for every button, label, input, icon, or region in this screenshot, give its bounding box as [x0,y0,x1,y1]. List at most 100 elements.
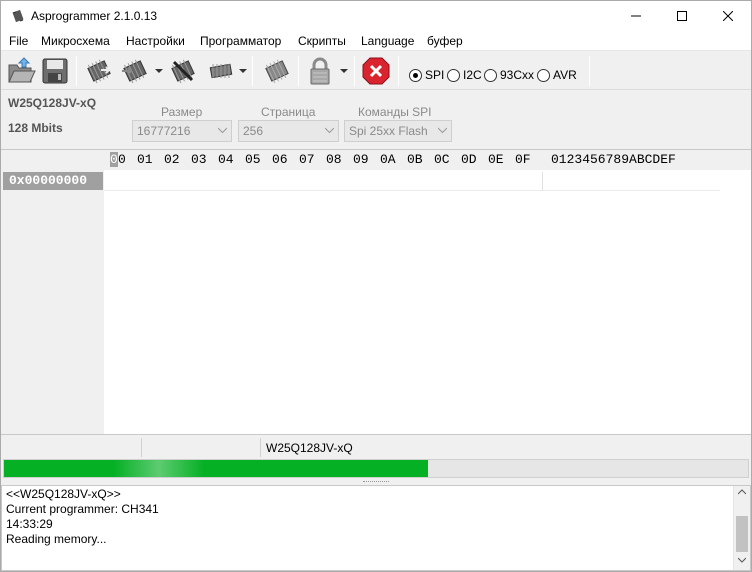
size-combobox[interactable]: 16777216 [132,120,232,142]
progress-glow [114,460,204,477]
stop-button[interactable] [360,55,392,87]
hex-column: 0A [380,152,396,167]
radio-selected-icon [409,68,422,82]
hex-data-row[interactable] [104,172,720,191]
app-icon [12,9,24,23]
write-chip-icon [122,59,147,84]
close-icon [723,11,733,21]
page-combobox[interactable]: 256 [238,120,339,142]
chevron-down-icon [325,127,334,134]
radio-unselected-icon [537,68,550,82]
verify-dropdown-arrow-icon[interactable] [239,67,247,75]
hex-column: 0E [488,152,504,167]
minimize-icon [631,15,641,17]
hex-column: 03 [191,152,207,167]
progress-bar [3,459,749,478]
chevron-down-icon [438,127,447,134]
read-button[interactable] [83,55,115,87]
size-label: Размер [161,105,203,119]
toolbar: SPI I2C 93Cxx AVR [1,52,751,90]
commands-value: Spi 25xx Flash [349,124,428,138]
close-button[interactable] [705,1,751,31]
hex-editor[interactable]: 0 0 01 02 03 04 05 06 07 08 09 0A 0B 0C … [1,149,751,435]
lock-dropdown-arrow-icon[interactable] [340,67,348,75]
verify-chip-icon [209,63,233,79]
hex-column: 09 [353,152,369,167]
hex-column-header: 0 0 01 02 03 04 05 06 07 08 09 0A 0B 0C … [104,150,751,170]
window-title: Asprogrammer 2.1.0.13 [31,9,158,23]
scroll-up-icon[interactable] [738,489,746,495]
hex-column: 08 [326,152,342,167]
splitter-grip-icon [363,481,389,483]
save-button[interactable] [39,55,71,87]
app-window: Asprogrammer 2.1.0.13 File Микросхема На… [0,0,752,572]
hex-column: 06 [272,152,288,167]
toolbar-separator [589,56,590,86]
toolbar-separator [398,56,399,86]
hex-column: 02 [164,152,180,167]
log-line: 14:33:29 [6,517,53,531]
radio-unselected-icon [484,68,497,82]
commands-combobox[interactable]: Spi 25xx Flash [344,120,452,142]
protocol-spi-radio[interactable]: SPI [409,68,444,82]
write-button[interactable] [119,55,151,87]
hex-column: 0 [118,152,126,167]
save-icon [42,58,68,84]
chip-size: 128 Mbits [8,121,63,135]
page-value: 256 [243,124,264,138]
size-value: 16777216 [137,124,191,138]
read-chip-icon [87,59,112,84]
hex-column-cursor: 0 [110,152,118,167]
protocol-i2c-radio[interactable]: I2C [447,68,482,82]
protocol-avr-radio[interactable]: AVR [537,68,577,82]
status-chip-name: W25Q128JV-xQ [266,441,353,455]
hex-row-address: 0x00000000 [3,172,103,190]
status-divider [141,438,142,457]
open-button[interactable] [5,55,37,87]
hex-column: 0F [515,152,531,167]
scrollbar-thumb[interactable] [736,516,748,552]
protocol-93cxx-label: 93Cxx [500,68,535,82]
log-panel[interactable]: <<W25Q128JV-xQ>> Current programmer: CH3… [1,485,751,571]
maximize-icon [677,11,687,21]
write-dropdown-arrow-icon[interactable] [155,67,163,75]
menu-buffer[interactable]: буфер [427,34,463,48]
menu-chip[interactable]: Микросхема [41,34,110,48]
title-bar: Asprogrammer 2.1.0.13 [1,1,751,31]
page-label: Страница [261,105,316,119]
hex-column: 01 [137,152,153,167]
chevron-down-icon [218,127,227,134]
hex-address-gutter [1,150,104,434]
protocol-i2c-label: I2C [463,68,482,82]
hex-column: 04 [218,152,234,167]
log-scrollbar[interactable] [733,486,750,570]
maximize-button[interactable] [659,1,705,31]
lock-icon [310,57,330,85]
splitter-handle[interactable] [1,478,751,485]
menu-language[interactable]: Language [361,34,414,48]
stop-icon [362,57,390,85]
blank-check-button[interactable] [261,55,293,87]
menu-bar: File Микросхема Настройки Программатор С… [1,31,751,51]
hex-column: 05 [245,152,261,167]
lock-button[interactable] [304,55,336,87]
minimize-button[interactable] [613,1,659,31]
protocol-93cxx-radio[interactable]: 93Cxx [484,68,534,82]
menu-programmer[interactable]: Программатор [200,34,281,48]
verify-button[interactable] [205,55,237,87]
menu-file[interactable]: File [9,34,28,48]
menu-scripts[interactable]: Скрипты [298,34,346,48]
status-divider [260,438,261,457]
hex-column: 0C [434,152,450,167]
chip-name: W25Q128JV-xQ [8,96,97,110]
hex-ascii-divider [542,172,543,191]
erase-chip-icon [171,59,195,84]
erase-button[interactable] [167,55,199,87]
toolbar-separator [298,56,299,86]
toolbar-separator [252,56,253,86]
scroll-down-icon[interactable] [738,557,746,563]
menu-settings[interactable]: Настройки [126,34,185,48]
progress-fill [4,460,429,477]
protocol-spi-label: SPI [425,68,445,82]
open-icon [8,57,36,83]
